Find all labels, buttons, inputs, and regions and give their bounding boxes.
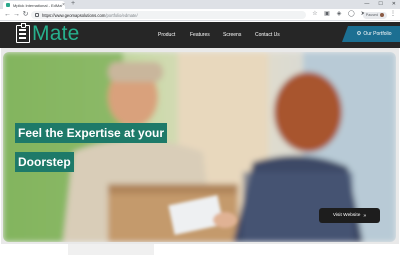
url-text: https://www.geomapsolutions.com/portfoli… [42, 13, 138, 18]
window-controls: — ☐ ✕ [364, 0, 396, 8]
browser-tab-bar: Mplick International - EdMate × + — ☐ ✕ [0, 0, 400, 9]
arrow-left-icon[interactable]: ← [3, 11, 12, 18]
extension-icon[interactable]: ▣ [324, 11, 330, 17]
nav-item-contact-us[interactable]: Contact Us [255, 22, 280, 48]
nav-item-features[interactable]: Features [190, 22, 210, 48]
address-bar[interactable]: https://www.geomapsolutions.com/portfoli… [31, 11, 306, 19]
nav-link-label: Contact Us [255, 32, 280, 38]
portfolio-label: Our Portfolio [363, 31, 392, 37]
avatar [380, 13, 384, 17]
browser-toolbar: ← → ↻ https://www.geomapsolutions.com/po… [0, 9, 400, 21]
visit-website-button[interactable]: Visit Website » [319, 208, 380, 223]
nav-link-label: Product [158, 32, 176, 38]
our-portfolio-button[interactable]: ⚙ Our Portfolio [342, 26, 400, 42]
clipboard-logo-icon[interactable] [16, 23, 30, 43]
profile-button[interactable]: Paused [362, 11, 387, 19]
extensions-area: ☆ ▣ ◈ ◯ ➤ [312, 11, 366, 17]
close-window-button[interactable]: ✕ [392, 0, 396, 8]
browser-tab[interactable]: Mplick International - EdMate × [3, 1, 65, 9]
tab-title: Mplick International - EdMate [13, 2, 63, 8]
url-host: https://www.geomapsolutions.com [42, 12, 106, 18]
site-logo-text[interactable]: Mate [32, 23, 80, 45]
section-strip [68, 244, 154, 255]
browser-menu-icon[interactable]: ⋮ [390, 11, 396, 18]
arrow-right-icon[interactable]: → [12, 11, 21, 18]
hero-headline-line-1: Feel the Expertise at your [15, 123, 168, 143]
url-path: /portfolio/edmate/ [105, 12, 138, 18]
double-arrow-icon: » [363, 212, 367, 219]
circle-extension-icon[interactable]: ◯ [348, 11, 355, 17]
minimize-button[interactable]: — [364, 0, 369, 8]
site-header: Mate Product Features Screens Contact Us… [0, 22, 400, 48]
site-favicon-icon [6, 3, 10, 7]
nav-link-label: Screens [223, 32, 242, 38]
nav-item-screens[interactable]: Screens [223, 22, 241, 48]
shield-icon[interactable]: ◈ [336, 11, 342, 17]
nav-link-label: Features [190, 32, 210, 38]
visit-website-label: Visit Website [332, 213, 361, 218]
maximize-button[interactable]: ☐ [378, 0, 382, 8]
star-icon[interactable]: ☆ [312, 11, 318, 17]
lock-icon [35, 13, 39, 17]
tab-close-icon[interactable]: × [62, 2, 65, 8]
page-below-hero [0, 244, 400, 255]
hero-headline-line-2: Doorstep [15, 152, 74, 172]
profile-label: Paused [365, 13, 378, 17]
gear-icon: ⚙ [356, 31, 362, 37]
new-tab-button[interactable]: + [71, 0, 75, 8]
reload-icon[interactable]: ↻ [21, 11, 30, 18]
nav-item-product[interactable]: Product [158, 22, 175, 48]
